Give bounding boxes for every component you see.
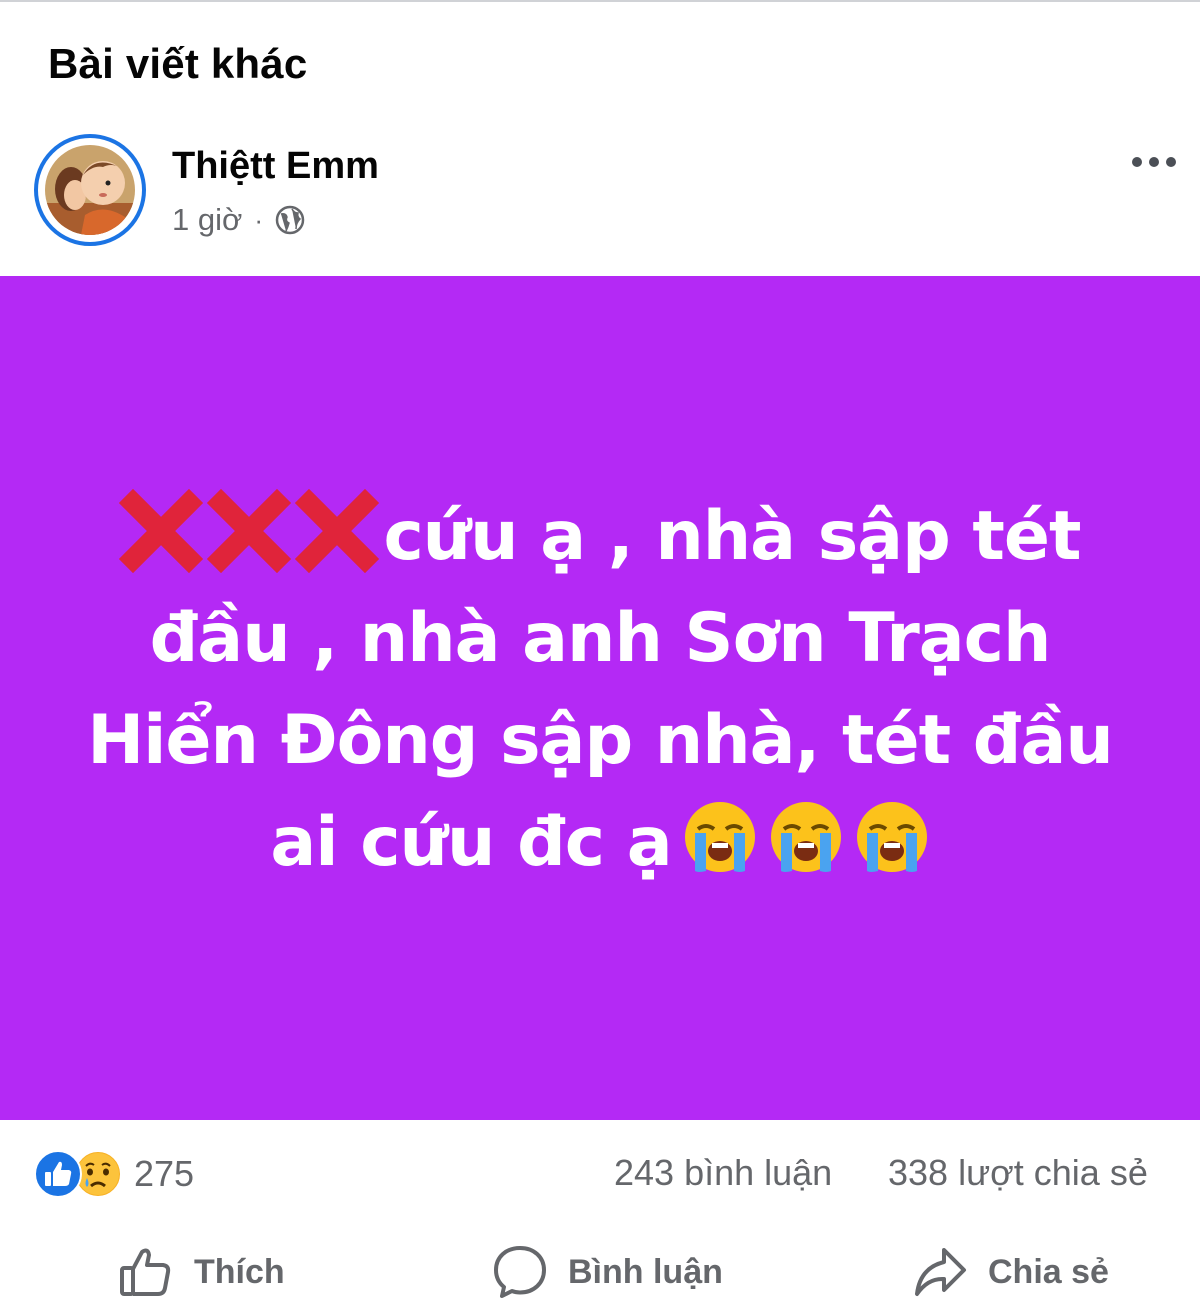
post-stats: 275 243 bình luận 338 lượt chia sẻ: [0, 1148, 1200, 1200]
comment-button[interactable]: Bình luận: [492, 1240, 723, 1304]
more-options-icon[interactable]: [1124, 140, 1184, 184]
globe-icon: [275, 205, 305, 235]
post-line-1: cứu ạ , nhà sập tét: [60, 486, 1140, 588]
loudly-crying-face-icon: [684, 802, 755, 872]
share-button[interactable]: Chia sẻ: [912, 1240, 1109, 1304]
meta-separator: ·: [254, 205, 263, 235]
post-line-4-text: ai cứu đc ạ: [270, 803, 672, 882]
post-line-1-text: cứu ạ , nhà sập tét: [383, 497, 1081, 576]
post-time[interactable]: 1 giờ: [172, 202, 242, 238]
reaction-count: 275: [134, 1153, 195, 1194]
cross-mark-icon: [295, 489, 380, 573]
author-name[interactable]: Thiệtt Emm: [172, 145, 379, 188]
post-page: Bài viết khác Thiệtt Emm 1 giờ · cứu ạ ,…: [0, 0, 1200, 1305]
thumbs-up-icon: [120, 1248, 171, 1296]
comment-label: Bình luận: [568, 1252, 723, 1291]
author-avatar[interactable]: [34, 134, 146, 246]
post-line-3: Hiển Đông sập nhà, tét đầu: [87, 701, 1114, 780]
avatar-image: [45, 145, 135, 235]
loudly-crying-face-icon: [856, 802, 927, 872]
share-count[interactable]: 338 lượt chia sẻ: [888, 1152, 1148, 1194]
post-line-4: ai cứu đc ạ: [60, 792, 1140, 894]
like-button[interactable]: Thích: [118, 1240, 285, 1304]
post-text: cứu ạ , nhà sập tét đầu , nhà anh Sơn Tr…: [60, 486, 1140, 894]
comment-bubble-icon: [494, 1246, 546, 1298]
like-reaction-icon: [34, 1150, 82, 1198]
like-label: Thích: [194, 1252, 285, 1291]
reaction-summary[interactable]: 275: [34, 1148, 194, 1200]
comment-count[interactable]: 243 bình luận: [614, 1152, 832, 1194]
share-arrow-icon: [915, 1248, 966, 1296]
post-meta: 1 giờ ·: [172, 200, 305, 240]
post-line-2: đầu , nhà anh Sơn Trạch: [149, 599, 1052, 678]
top-divider: [0, 0, 1200, 2]
cross-mark-icon: [119, 489, 204, 573]
share-label: Chia sẻ: [988, 1252, 1109, 1291]
loudly-crying-face-icon: [770, 802, 841, 872]
section-title: Bài viết khác: [48, 40, 308, 87]
cross-mark-icon: [207, 489, 292, 573]
